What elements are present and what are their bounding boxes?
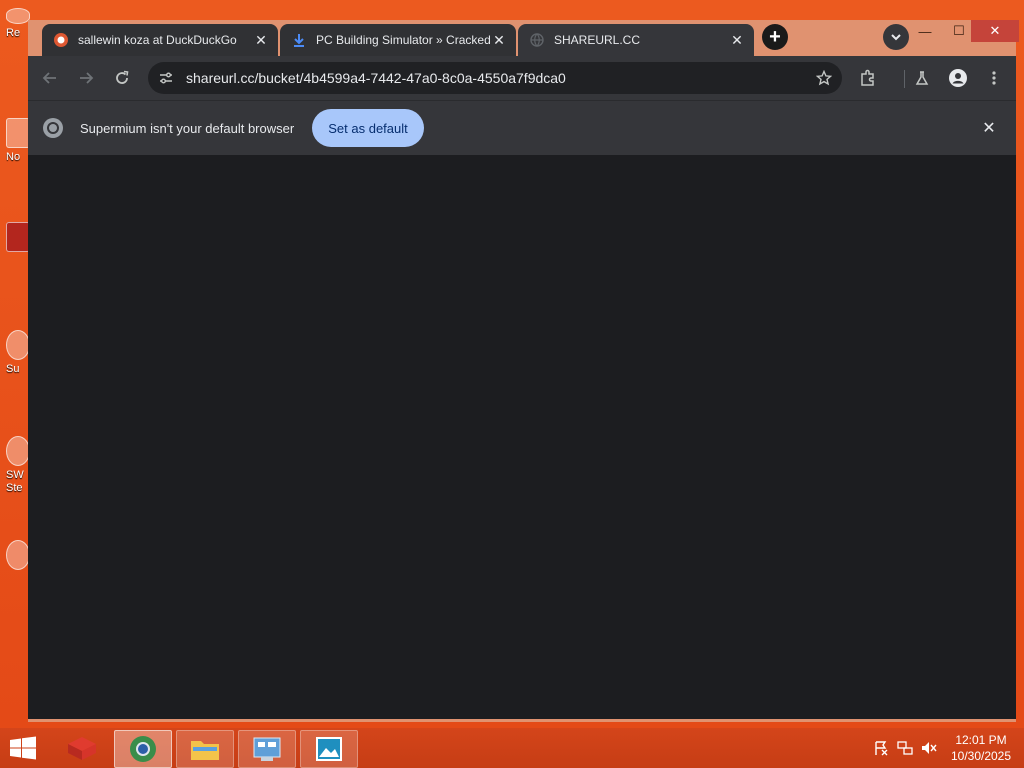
taskbar-file-explorer[interactable]	[176, 730, 234, 768]
taskbar-control-panel[interactable]	[238, 730, 296, 768]
chevron-down-icon	[891, 34, 901, 41]
extensions-button[interactable]	[854, 64, 882, 92]
tab-shareurl[interactable]: SHAREURL.CC ✕	[518, 24, 754, 56]
avatar-icon	[949, 69, 967, 87]
desktop-icon-label: SW Ste	[6, 469, 24, 494]
labs-button[interactable]	[908, 64, 936, 92]
set-as-default-button[interactable]: Set as default	[312, 109, 424, 147]
reload-button[interactable]	[108, 64, 136, 92]
duckduckgo-icon	[54, 33, 68, 47]
taskbar: 12:01 PM 10/30/2025	[0, 728, 1024, 768]
network-icon[interactable]	[896, 740, 914, 756]
address-url: shareurl.cc/bucket/4b4599a4-7442-47a0-8c…	[186, 70, 566, 86]
minimize-button[interactable]: —	[910, 20, 940, 42]
desktop-icon-steam[interactable]: SW Ste	[0, 436, 30, 495]
start-button[interactable]	[8, 736, 38, 760]
browser-window: sallewin koza at DuckDuckGo ✕ PC Buildin…	[28, 20, 1019, 722]
tab-title: PC Building Simulator » Cracked	[316, 33, 490, 47]
tab-strip: sallewin koza at DuckDuckGo ✕ PC Buildin…	[28, 20, 1019, 56]
forward-button[interactable]	[72, 64, 100, 92]
steam-icon	[6, 436, 30, 466]
taskbar-supermium[interactable]	[114, 730, 172, 768]
desktop-icon-label: No	[6, 151, 21, 163]
folder-icon	[191, 741, 219, 760]
desktop-icon-app[interactable]	[0, 540, 30, 570]
new-tab-button[interactable]: +	[762, 24, 788, 50]
supermium-logo-icon	[42, 117, 64, 139]
supermium-icon	[6, 330, 30, 360]
desktop-icon-app[interactable]	[0, 222, 30, 252]
action-center-flag-icon[interactable]	[872, 740, 890, 756]
page-content	[28, 155, 1016, 719]
tab-title: sallewin koza at DuckDuckGo	[78, 33, 237, 47]
back-button[interactable]	[36, 64, 64, 92]
tab-search-button[interactable]	[883, 24, 909, 50]
tab-pc-building-simulator[interactable]: PC Building Simulator » Cracked ✕	[280, 24, 516, 56]
taskbar-app-launcher[interactable]	[54, 730, 110, 766]
close-icon[interactable]: ✕	[728, 31, 746, 49]
control-panel-icon	[253, 737, 281, 761]
forward-arrow-icon	[80, 72, 94, 84]
default-browser-infobar: Supermium isn't your default browser Set…	[28, 100, 1016, 155]
close-icon[interactable]: ✕	[252, 31, 270, 49]
infobar-message: Supermium isn't your default browser	[80, 121, 295, 136]
maximize-button[interactable]: ☐	[944, 20, 974, 42]
taskbar-clock[interactable]: 12:01 PM 10/30/2025	[944, 732, 1018, 764]
close-window-button[interactable]: ✕	[971, 20, 1019, 42]
volume-muted-icon[interactable]	[920, 740, 938, 756]
recycle-bin-icon	[6, 8, 30, 24]
app-icon	[6, 222, 30, 252]
taskbar-photos[interactable]	[300, 730, 358, 768]
tab-duckduckgo[interactable]: sallewin koza at DuckDuckGo ✕	[42, 24, 278, 56]
desktop-icon-label: Re	[6, 27, 21, 39]
desktop-icon-notepad[interactable]: No	[0, 118, 30, 163]
download-icon	[292, 33, 306, 47]
clock-date: 10/30/2025	[950, 749, 1012, 763]
flask-icon	[915, 71, 929, 85]
browser-toolbar: shareurl.cc/bucket/4b4599a4-7442-47a0-8c…	[28, 56, 1016, 100]
supermium-icon	[130, 736, 156, 762]
close-icon[interactable]: ✕	[490, 31, 508, 49]
back-arrow-icon	[42, 72, 56, 84]
tab-title: SHAREURL.CC	[554, 33, 641, 47]
kebab-menu-icon	[992, 71, 996, 85]
desktop-icon-supermium[interactable]: Su	[0, 330, 30, 375]
address-bar[interactable]: shareurl.cc/bucket/4b4599a4-7442-47a0-8c…	[148, 62, 842, 94]
picture-icon	[316, 737, 342, 761]
profile-button[interactable]	[944, 64, 972, 92]
toolbar-divider	[904, 70, 905, 88]
menu-button[interactable]	[980, 64, 1008, 92]
desktop-icon-recycle-bin[interactable]: Re	[0, 8, 30, 39]
reload-icon	[116, 70, 129, 84]
red-box-icon	[68, 737, 96, 760]
clock-time: 12:01 PM	[955, 733, 1007, 747]
close-infobar-icon[interactable]: ✕	[978, 117, 1000, 139]
puzzle-icon	[861, 69, 874, 86]
desktop-icon-label: Su	[6, 363, 20, 375]
windows-logo-icon	[10, 736, 36, 760]
site-settings-icon[interactable]	[154, 66, 178, 90]
notepad-icon	[6, 118, 30, 148]
app-icon	[6, 540, 30, 570]
globe-icon	[530, 33, 544, 47]
bookmark-star-icon[interactable]	[810, 64, 838, 92]
